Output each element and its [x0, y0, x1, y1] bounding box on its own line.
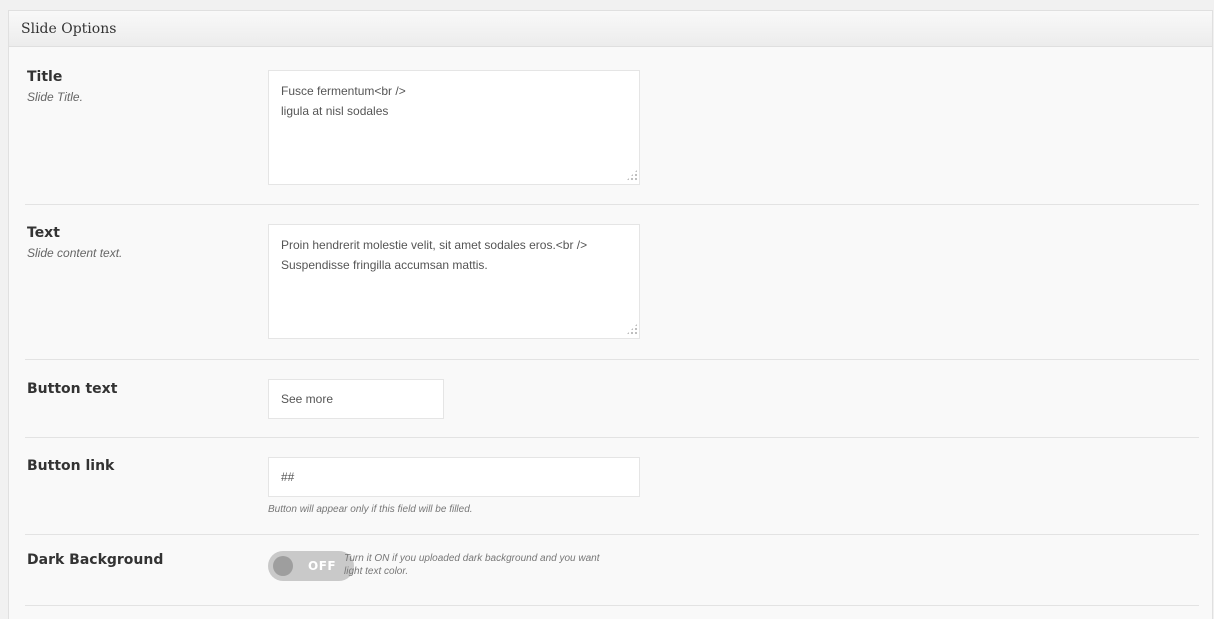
button-text-option-row: Button text — [25, 360, 1199, 438]
text-label-group: Text Slide content text. — [27, 225, 122, 260]
button-link-input[interactable] — [268, 457, 640, 497]
toggle-knob — [273, 556, 293, 576]
panel-header[interactable]: Slide Options — [9, 11, 1212, 47]
dark-background-help-text: Turn it ON if you uploaded dark backgrou… — [344, 553, 600, 577]
text-option-row: Text Slide content text. Proin hendrerit… — [25, 205, 1199, 360]
text-label: Text — [27, 225, 60, 241]
button-link-help-text: Button will appear only if this field wi… — [268, 504, 473, 515]
button-text-label-group: Button text — [27, 381, 117, 397]
title-description: Slide Title. — [27, 90, 83, 104]
button-link-option-row: Button link Button will appear only if t… — [25, 438, 1199, 535]
toggle-state-label: OFF — [308, 559, 337, 573]
title-option-row: Title Slide Title. Fusce fermentum<br />… — [25, 47, 1199, 205]
dark-background-label-group: Dark Background — [27, 552, 163, 568]
title-label-group: Title Slide Title. — [27, 69, 83, 104]
text-textarea[interactable]: Proin hendrerit molestie velit, sit amet… — [268, 224, 640, 339]
button-text-input[interactable] — [268, 379, 444, 419]
panel-title: Slide Options — [21, 20, 117, 37]
button-link-label-group: Button link — [27, 458, 114, 474]
title-label: Title — [27, 69, 63, 85]
dark-background-option-row: Dark Background OFF Turn it ON if you up… — [25, 535, 1199, 606]
button-text-label: Button text — [27, 381, 118, 397]
dark-background-toggle[interactable]: OFF — [268, 551, 354, 581]
slide-options-panel: Slide Options Title Slide Title. Fusce f… — [8, 10, 1213, 619]
dark-background-label: Dark Background — [27, 552, 164, 568]
button-link-label: Button link — [27, 458, 115, 474]
text-description: Slide content text. — [27, 246, 123, 260]
title-textarea[interactable]: Fusce fermentum<br /> ligula at nisl sod… — [268, 70, 640, 185]
